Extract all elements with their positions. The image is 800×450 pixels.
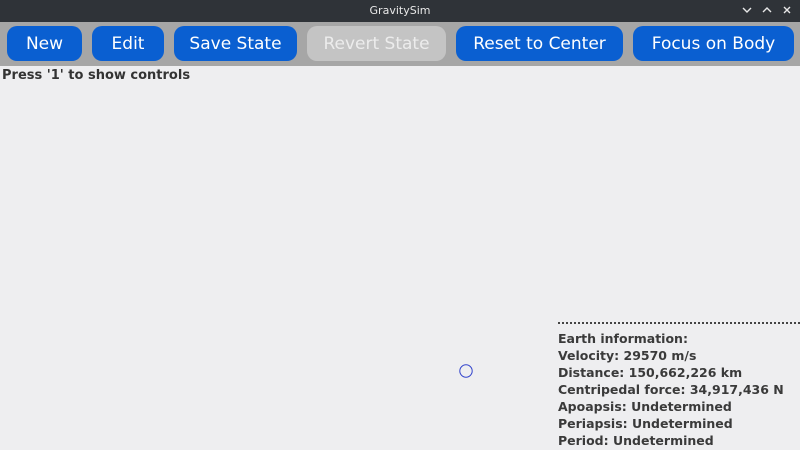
- maximize-button[interactable]: [760, 2, 774, 18]
- close-button[interactable]: [780, 2, 794, 18]
- window-controls: [740, 2, 794, 18]
- chevron-up-icon: [762, 5, 772, 15]
- info-distance: Distance: 150,662,226 km: [558, 365, 743, 380]
- close-icon: [782, 5, 792, 15]
- reset-to-center-button[interactable]: Reset to Center: [456, 26, 623, 61]
- controls-hint: Press '1' to show controls: [2, 68, 191, 83]
- earth-body-marker[interactable]: [459, 363, 473, 378]
- title-bar: GravitySim: [0, 0, 800, 22]
- revert-state-button[interactable]: Revert State: [307, 26, 446, 61]
- info-apoapsis: Apoapsis: Undetermined: [558, 399, 732, 414]
- info-velocity: Velocity: 29570 m/s: [558, 348, 697, 363]
- toolbar: New Edit Save State Revert State Reset t…: [0, 22, 800, 66]
- focus-on-body-button[interactable]: Focus on Body: [633, 26, 794, 61]
- minimize-button[interactable]: [740, 2, 754, 18]
- save-state-button[interactable]: Save State: [174, 26, 297, 61]
- info-heading: Earth information:: [558, 331, 688, 346]
- new-button[interactable]: New: [7, 26, 82, 61]
- body-info-panel: Earth information: Velocity: 29570 m/s D…: [558, 322, 800, 449]
- info-separator: [558, 322, 800, 324]
- chevron-down-icon: [742, 5, 752, 15]
- info-centripetal-force: Centripedal force: 34,917,436 N: [558, 382, 784, 397]
- window-title: GravitySim: [369, 4, 431, 17]
- edit-button[interactable]: Edit: [92, 26, 164, 61]
- info-period: Period: Undetermined: [558, 433, 714, 448]
- info-periapsis: Periapsis: Undetermined: [558, 416, 733, 431]
